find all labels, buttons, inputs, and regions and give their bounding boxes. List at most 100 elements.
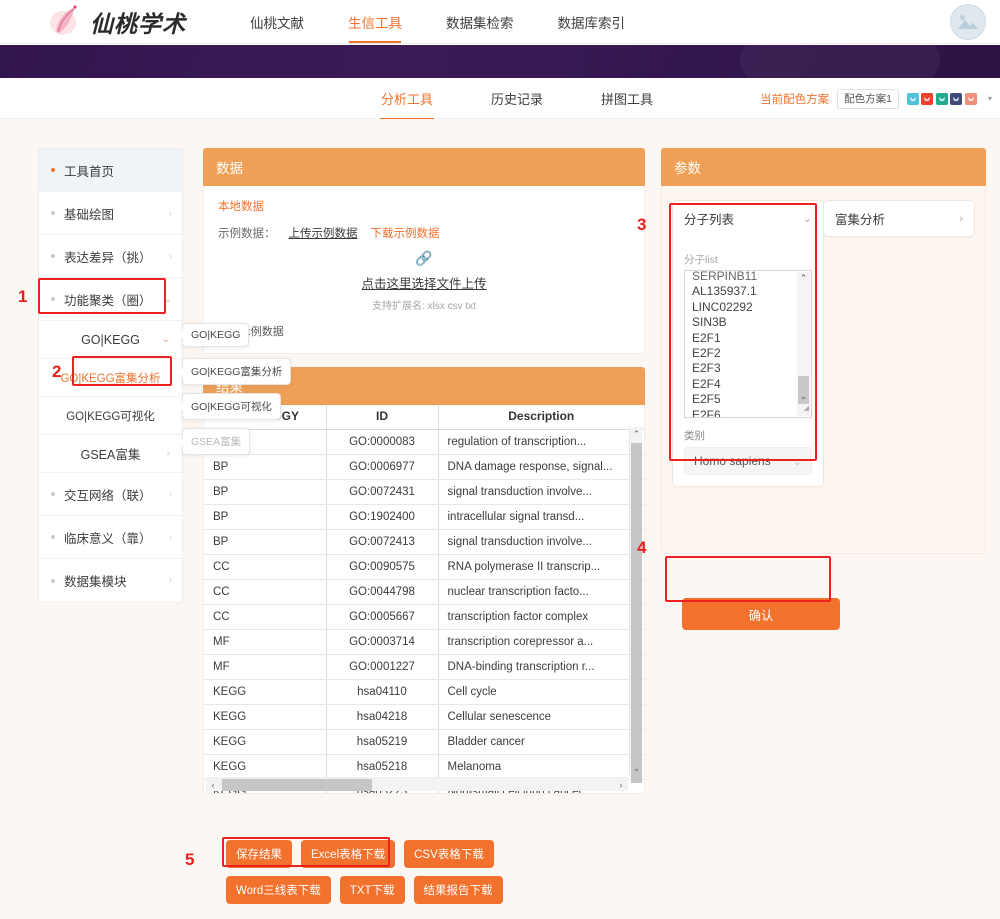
table-vertical-scrollbar[interactable]: ⌃ ⌄: [629, 427, 643, 783]
table-row[interactable]: KEGG hsa04110 Cell cycle: [204, 679, 644, 705]
annotation-number-4: 4: [637, 538, 647, 557]
cell-ontology: BP: [204, 454, 327, 480]
chevron-down-icon: ⌄: [802, 213, 812, 225]
sidebar-item-functional-clustering[interactable]: 功能聚类（圈） ⌄: [39, 278, 182, 321]
scroll-down-arrow-icon[interactable]: ⌄: [630, 761, 643, 775]
chevron-right-icon: ›: [168, 488, 172, 500]
sidebar-subitem-label: GO|KEGG: [81, 332, 140, 347]
swatch-3[interactable]: [935, 92, 948, 105]
sidebar-item-clinical-significance[interactable]: 临床意义（靠） ›: [39, 516, 182, 559]
site-logo[interactable]: 仙桃学术: [48, 2, 186, 42]
word-table-download-button[interactable]: Word三线表下载: [226, 876, 331, 904]
confirm-button[interactable]: 确认: [682, 598, 840, 630]
table-row[interactable]: KEGG hsa05218 Melanoma: [204, 754, 644, 780]
enrichment-analysis-card[interactable]: 富集分析 ›: [823, 200, 975, 237]
scroll-up-arrow-icon[interactable]: ⌃: [797, 272, 810, 285]
table-row[interactable]: BP GO:1902400 intracellular signal transd.…: [204, 504, 644, 530]
avatar[interactable]: [950, 4, 986, 40]
bullet-icon: [51, 211, 55, 215]
sidebar-item-expression-diff[interactable]: 表达差异（挑） ›: [39, 235, 182, 278]
tab-history[interactable]: 历史记录: [490, 77, 544, 120]
tab-analysis-tools[interactable]: 分析工具: [380, 77, 435, 120]
column-header-description[interactable]: Description: [438, 405, 644, 430]
table-row[interactable]: BP GO:0072413 signal transduction involve.…: [204, 529, 644, 555]
cell-ontology: CC: [204, 579, 327, 605]
cell-ontology: BP: [204, 504, 327, 530]
table-row[interactable]: KEGG hsa04218 Cellular senescence: [204, 704, 644, 730]
tooltip-gsea-enrichment: GSEA富集: [177, 428, 251, 455]
table-row[interactable]: KEGG hsa05219 Bladder cancer: [204, 729, 644, 755]
sidebar-item-interaction-network[interactable]: 交互网络（联） ›: [39, 473, 182, 516]
nav-item-wenxian[interactable]: 仙桃文献: [250, 0, 304, 45]
scroll-left-arrow-icon[interactable]: ‹: [206, 778, 220, 792]
table-row[interactable]: MF GO:0001227 DNA-binding transcription r.…: [204, 654, 644, 680]
download-sample-link[interactable]: 下载示例数据: [371, 225, 440, 241]
local-data-label: 本地数据: [218, 201, 264, 213]
annotation-number-1: 1: [18, 287, 28, 306]
sidebar-item-dataset-module[interactable]: 数据集模块 ›: [39, 559, 182, 602]
enrichment-analysis-header[interactable]: 富集分析 ›: [824, 201, 974, 236]
cell-ontology: MF: [204, 654, 327, 680]
example-data-link[interactable]: 🔗 示例数据: [218, 323, 630, 339]
swatch-5[interactable]: [964, 92, 977, 105]
cell-ontology: CC: [204, 554, 327, 580]
molecule-list-header[interactable]: 分子列表 ⌄: [673, 201, 823, 236]
swatch-1[interactable]: [906, 92, 919, 105]
upload-sample-link[interactable]: 上传示例数据: [289, 225, 358, 241]
peach-feather-logo-icon: [48, 3, 86, 41]
file-upload-dropzone[interactable]: 🔗 点击这里选择文件上传 支持扩展名: xlsx csv txt: [218, 241, 630, 314]
table-row[interactable]: BP GO:0006977 DNA damage response, signal.…: [204, 454, 644, 480]
sidebar-subitem-go-kegg[interactable]: GO|KEGG ⌄: [39, 321, 182, 359]
table-horizontal-scrollbar[interactable]: ‹ ›: [206, 777, 628, 791]
bullet-icon: [51, 168, 55, 172]
color-scheme-value[interactable]: 配色方案1: [837, 88, 899, 109]
report-download-button[interactable]: 结果报告下载: [413, 876, 503, 904]
resize-grip-icon[interactable]: ◢: [804, 401, 809, 416]
save-result-button[interactable]: 保存结果: [226, 840, 292, 868]
table-row[interactable]: BP GO:0072431 signal transduction involve.…: [204, 479, 644, 505]
nav-item-shujuku-suoyin[interactable]: 数据库索引: [558, 0, 626, 45]
sidebar-item-tool-home[interactable]: 工具首页: [39, 149, 182, 192]
cell-ontology: MF: [204, 629, 327, 655]
csv-download-button[interactable]: CSV表格下载: [404, 840, 494, 868]
table-row[interactable]: CC GO:0090575 RNA polymerase II transcrip.…: [204, 554, 644, 580]
scroll-right-arrow-icon[interactable]: ›: [614, 778, 628, 792]
vertical-scroll-thumb[interactable]: [631, 443, 642, 783]
chevron-down-icon[interactable]: ▾: [988, 94, 992, 103]
gene-list-scrollbar[interactable]: ⌃ ⌄: [797, 272, 810, 416]
chevron-right-icon: ›: [168, 575, 172, 586]
upload-dropzone-hint: 支持扩展名: xlsx csv txt: [372, 301, 476, 312]
tab-collage-tool[interactable]: 拼图工具: [600, 77, 654, 120]
sidebar-item-basic-plot[interactable]: 基础绘图 ›: [39, 192, 182, 235]
table-row[interactable]: CC GO:0044798 nuclear transcription facto.…: [204, 579, 644, 605]
sidebar-subitem-go-kegg-visualization[interactable]: GO|KEGG可视化: [39, 397, 182, 435]
tooltip-go-kegg-visualization: GO|KEGG可视化: [178, 393, 281, 420]
gene-list-textarea[interactable]: SERPINB11 AL135937.1 LINC02292 SIN3B E2F…: [684, 270, 812, 418]
scroll-up-arrow-icon[interactable]: ⌃: [630, 427, 643, 441]
swatch-4[interactable]: [950, 92, 963, 105]
species-select[interactable]: Homo sapiens ⌄: [684, 447, 812, 475]
column-header-id[interactable]: ID: [326, 405, 439, 430]
parameter-panel-body: 分子列表 ⌄ 分子list SERPINB11 AL135937.1 LINC0…: [661, 186, 986, 630]
txt-download-button[interactable]: TXT下载: [339, 876, 405, 904]
image-placeholder-icon: [958, 14, 978, 29]
data-panel: 数据 本地数据 示例数据： 上传示例数据 下载示例数据 🔗 点击这里选择文件上传…: [203, 148, 645, 354]
data-panel-title: 数据: [203, 148, 645, 186]
swatch-2[interactable]: [921, 92, 934, 105]
cell-id: hsa04110: [326, 679, 439, 705]
sidebar-item-label: 临床意义（靠）: [64, 531, 152, 546]
horizontal-scroll-thumb[interactable]: [222, 779, 372, 791]
cell-ontology: KEGG: [204, 704, 327, 730]
sidebar-item-label: 数据集模块: [64, 575, 127, 589]
sample-data-prefix: 示例数据：: [218, 228, 276, 240]
table-row[interactable]: BPGO:0000083regulation of transcription.…: [204, 429, 644, 455]
cell-id: GO:0072413: [326, 529, 439, 555]
excel-download-button[interactable]: Excel表格下载: [301, 840, 396, 868]
nav-item-shujuji-jiansuo[interactable]: 数据集检索: [446, 0, 514, 45]
sidebar-subitem-gsea-enrichment[interactable]: GSEA富集 ›: [39, 435, 182, 473]
nav-item-shengxin-gongju[interactable]: 生信工具: [348, 0, 402, 45]
table-row[interactable]: CC GO:0005667 transcription factor complex: [204, 604, 644, 630]
sidebar-item-label: 交互网络（联）: [64, 488, 152, 503]
sidebar-item-label: 工具首页: [64, 164, 115, 179]
table-row[interactable]: MF GO:0003714 transcription corepressor a.…: [204, 629, 644, 655]
